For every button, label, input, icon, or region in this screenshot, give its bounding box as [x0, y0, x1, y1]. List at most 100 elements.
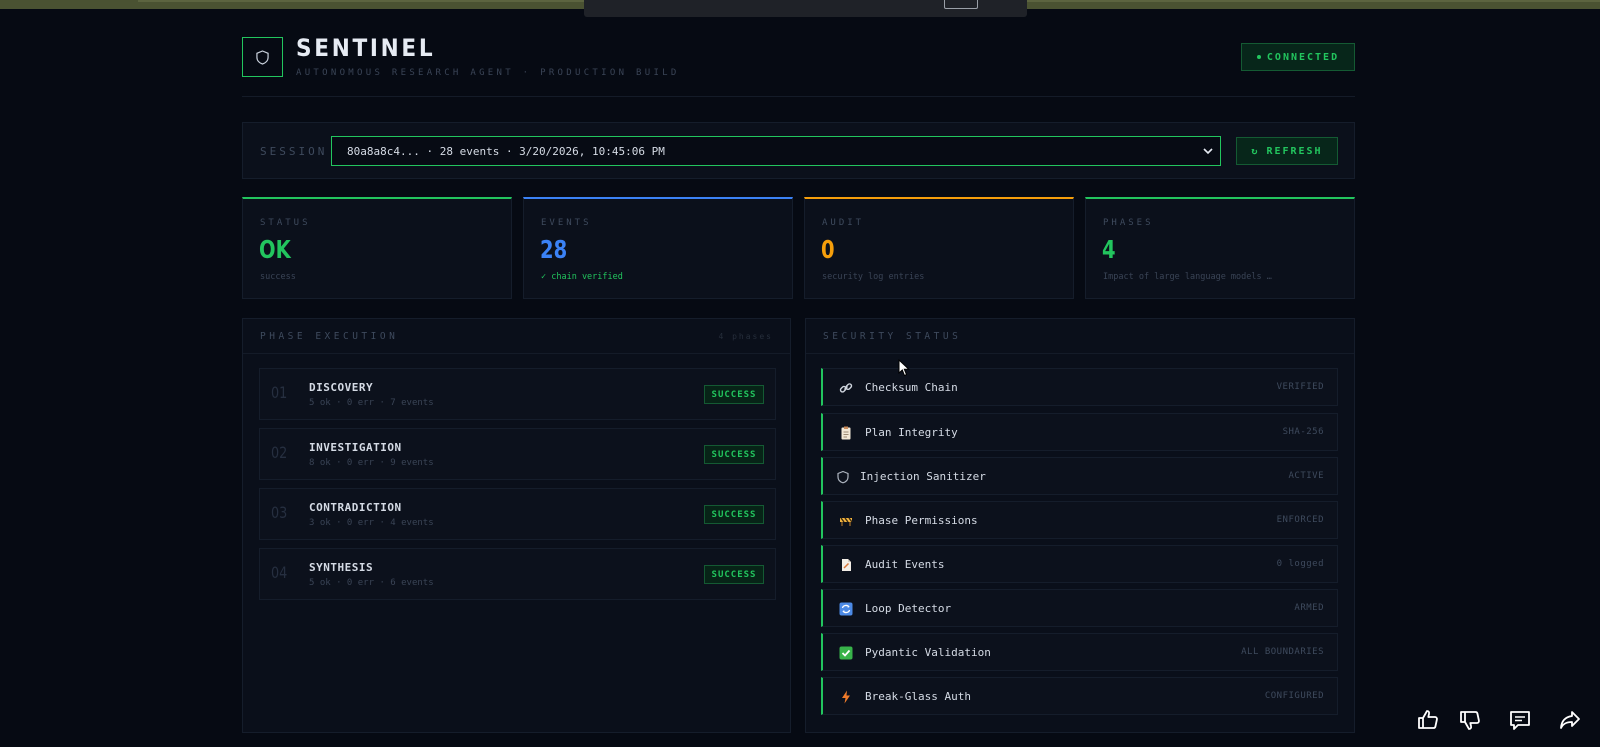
- security-status: VERIFIED: [1276, 382, 1324, 392]
- security-name: Phase Permissions: [865, 514, 978, 527]
- stat-label: PHASES: [1103, 218, 1154, 228]
- security-name: Audit Events: [865, 558, 945, 571]
- session-label: SESSION: [260, 145, 328, 158]
- status-badge: SUCCESS: [704, 445, 764, 464]
- phase-name: INVESTIGATION: [309, 441, 402, 454]
- security-row[interactable]: Loop Detector ARMED: [821, 589, 1338, 627]
- security-name: Pydantic Validation: [865, 646, 991, 659]
- connection-badge: CONNECTED: [1241, 43, 1355, 71]
- security-name: Injection Sanitizer: [860, 470, 986, 483]
- security-status: 0 logged: [1276, 559, 1324, 569]
- stat-label: AUDIT: [822, 218, 865, 228]
- share-icon: [1560, 711, 1580, 729]
- security-status: ALL BOUNDARIES: [1241, 647, 1324, 657]
- comment-button[interactable]: [1504, 704, 1536, 736]
- stat-sub: Impact of large language models …: [1103, 272, 1272, 282]
- phase-number: 04: [271, 563, 288, 582]
- status-badge: SUCCESS: [704, 385, 764, 404]
- phase-meta: 5 ok · 0 err · 6 events: [309, 578, 434, 588]
- stat-value: 4: [1102, 235, 1116, 264]
- link-icon: [838, 380, 854, 396]
- connection-label: CONNECTED: [1266, 51, 1340, 63]
- session-bar: SESSION 80a8a8c4... · 28 events · 3/20/2…: [242, 122, 1355, 179]
- status-badge: SUCCESS: [704, 505, 764, 524]
- phase-count: 4 phases: [718, 332, 773, 341]
- security-row[interactable]: Pydantic Validation ALL BOUNDARIES: [821, 633, 1338, 671]
- refresh-button[interactable]: ↻ REFRESH: [1236, 137, 1338, 165]
- phase-row[interactable]: 03 CONTRADICTION 3 ok · 0 err · 4 events…: [259, 488, 776, 540]
- shield-icon: [256, 49, 269, 65]
- phase-execution-panel: PHASE EXECUTION 4 phases 01 DISCOVERY 5 …: [242, 318, 791, 733]
- feedback-actions: [1412, 704, 1592, 736]
- phase-row[interactable]: 01 DISCOVERY 5 ok · 0 err · 7 events SUC…: [259, 368, 776, 420]
- panel-title: SECURITY STATUS: [823, 331, 962, 342]
- phase-number: 02: [271, 443, 288, 462]
- phase-name: DISCOVERY: [309, 381, 374, 394]
- stat-card-status: STATUS OK success: [242, 197, 512, 299]
- session-select-value: 80a8a8c4... · 28 events · 3/20/2026, 10:…: [347, 144, 665, 158]
- clipboard-icon: [838, 425, 854, 441]
- thumbs-up-button[interactable]: [1412, 704, 1444, 736]
- status-badge: SUCCESS: [704, 565, 764, 584]
- panel-title: PHASE EXECUTION: [260, 331, 399, 342]
- security-status: CONFIGURED: [1264, 691, 1324, 701]
- security-name: Break-Glass Auth: [865, 690, 971, 703]
- stat-value: OK: [259, 235, 291, 264]
- app-title: SENTINEL: [296, 34, 436, 62]
- refresh-icon: ↻: [1251, 145, 1260, 157]
- phase-meta: 8 ok · 0 err · 9 events: [309, 458, 434, 468]
- security-status-panel: SECURITY STATUS Checksum Chain VERIFIED …: [805, 318, 1355, 733]
- phase-name: SYNTHESIS: [309, 561, 374, 574]
- app-subtitle: AUTONOMOUS RESEARCH AGENT · PRODUCTION B…: [296, 68, 680, 78]
- security-row[interactable]: Phase Permissions ENFORCED: [821, 501, 1338, 539]
- security-status: SHA-256: [1282, 427, 1324, 437]
- phase-meta: 3 ok · 0 err · 4 events: [309, 518, 434, 528]
- thumbs-down-button[interactable]: [1454, 704, 1486, 736]
- stat-card-phases: PHASES 4 Impact of large language models…: [1085, 197, 1355, 299]
- security-name: Checksum Chain: [865, 381, 958, 394]
- share-button[interactable]: [1554, 704, 1586, 736]
- shield-icon: [835, 469, 851, 485]
- logo: [242, 37, 283, 77]
- mouse-cursor-icon: [898, 359, 910, 377]
- checkbox-icon: [838, 645, 854, 661]
- stat-value: 28: [540, 235, 568, 264]
- security-status: ACTIVE: [1288, 471, 1324, 481]
- dashboard: SENTINEL AUTONOMOUS RESEARCH AGENT · PRO…: [242, 34, 1355, 733]
- refresh-label: REFRESH: [1266, 145, 1323, 157]
- security-row[interactable]: Plan Integrity SHA-256: [821, 413, 1338, 451]
- barrier-icon: [838, 513, 854, 529]
- browser-overlay-button[interactable]: [944, 0, 978, 9]
- phase-row[interactable]: 04 SYNTHESIS 5 ok · 0 err · 6 events SUC…: [259, 548, 776, 600]
- status-dot-icon: [1256, 55, 1261, 59]
- panel-header: PHASE EXECUTION 4 phases: [243, 319, 790, 354]
- security-row[interactable]: Injection Sanitizer ACTIVE: [821, 457, 1338, 495]
- loop-icon: [838, 601, 854, 617]
- header: SENTINEL AUTONOMOUS RESEARCH AGENT · PRO…: [242, 34, 1355, 97]
- panel-header: SECURITY STATUS: [806, 319, 1354, 354]
- security-status: ARMED: [1294, 603, 1324, 613]
- phase-meta: 5 ok · 0 err · 7 events: [309, 398, 434, 408]
- chevron-down-icon: [1203, 148, 1213, 155]
- session-select[interactable]: 80a8a8c4... · 28 events · 3/20/2026, 10:…: [331, 136, 1221, 166]
- security-row[interactable]: Audit Events 0 logged: [821, 545, 1338, 583]
- phase-number: 01: [271, 383, 288, 402]
- stat-sub: security log entries: [822, 272, 925, 282]
- thumbs-up-icon: [1418, 710, 1438, 729]
- security-name: Plan Integrity: [865, 426, 958, 439]
- stat-label: EVENTS: [541, 218, 592, 228]
- stat-cards: STATUS OK success EVENTS 28 ✓ chain veri…: [242, 197, 1355, 299]
- stat-value: 0: [821, 235, 835, 264]
- phase-name: CONTRADICTION: [309, 501, 402, 514]
- comment-icon: [1510, 711, 1530, 730]
- phase-number: 03: [271, 503, 288, 522]
- security-status: ENFORCED: [1276, 515, 1324, 525]
- stat-card-audit: AUDIT 0 security log entries: [804, 197, 1074, 299]
- stat-sub: ✓ chain verified: [541, 272, 623, 282]
- security-row[interactable]: Break-Glass Auth CONFIGURED: [821, 677, 1338, 715]
- lightning-icon: [838, 689, 854, 705]
- stat-card-events: EVENTS 28 ✓ chain verified: [523, 197, 793, 299]
- phase-row[interactable]: 02 INVESTIGATION 8 ok · 0 err · 9 events…: [259, 428, 776, 480]
- stat-sub: success: [260, 272, 296, 282]
- thumbs-down-icon: [1460, 711, 1480, 730]
